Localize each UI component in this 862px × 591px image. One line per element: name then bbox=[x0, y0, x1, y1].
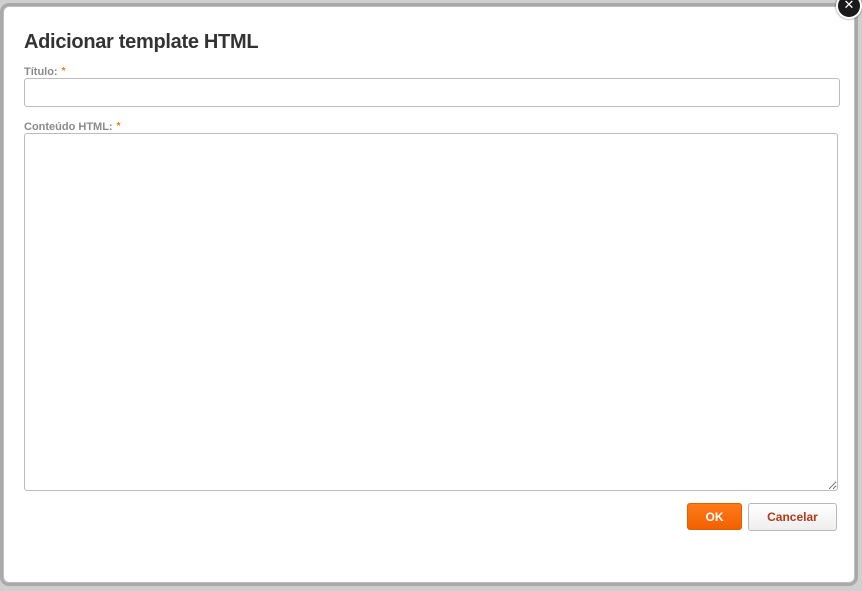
conteudo-label-text: Conteúdo HTML: bbox=[24, 121, 113, 133]
cancel-button[interactable]: Cancelar bbox=[748, 503, 837, 531]
ok-button[interactable]: OK bbox=[687, 503, 742, 530]
dialog-title: Adicionar template HTML bbox=[24, 31, 259, 53]
add-html-template-dialog: ✕ Adicionar template HTML Título: * Conte… bbox=[3, 0, 862, 583]
required-marker: * bbox=[116, 121, 121, 132]
titulo-label: Título: * bbox=[24, 66, 66, 78]
titulo-input[interactable] bbox=[24, 78, 840, 107]
conteudo-html-textarea[interactable] bbox=[24, 133, 838, 491]
titulo-label-text: Título: bbox=[24, 66, 58, 78]
required-marker: * bbox=[61, 66, 66, 77]
conteudo-label: Conteúdo HTML: * bbox=[24, 121, 121, 133]
